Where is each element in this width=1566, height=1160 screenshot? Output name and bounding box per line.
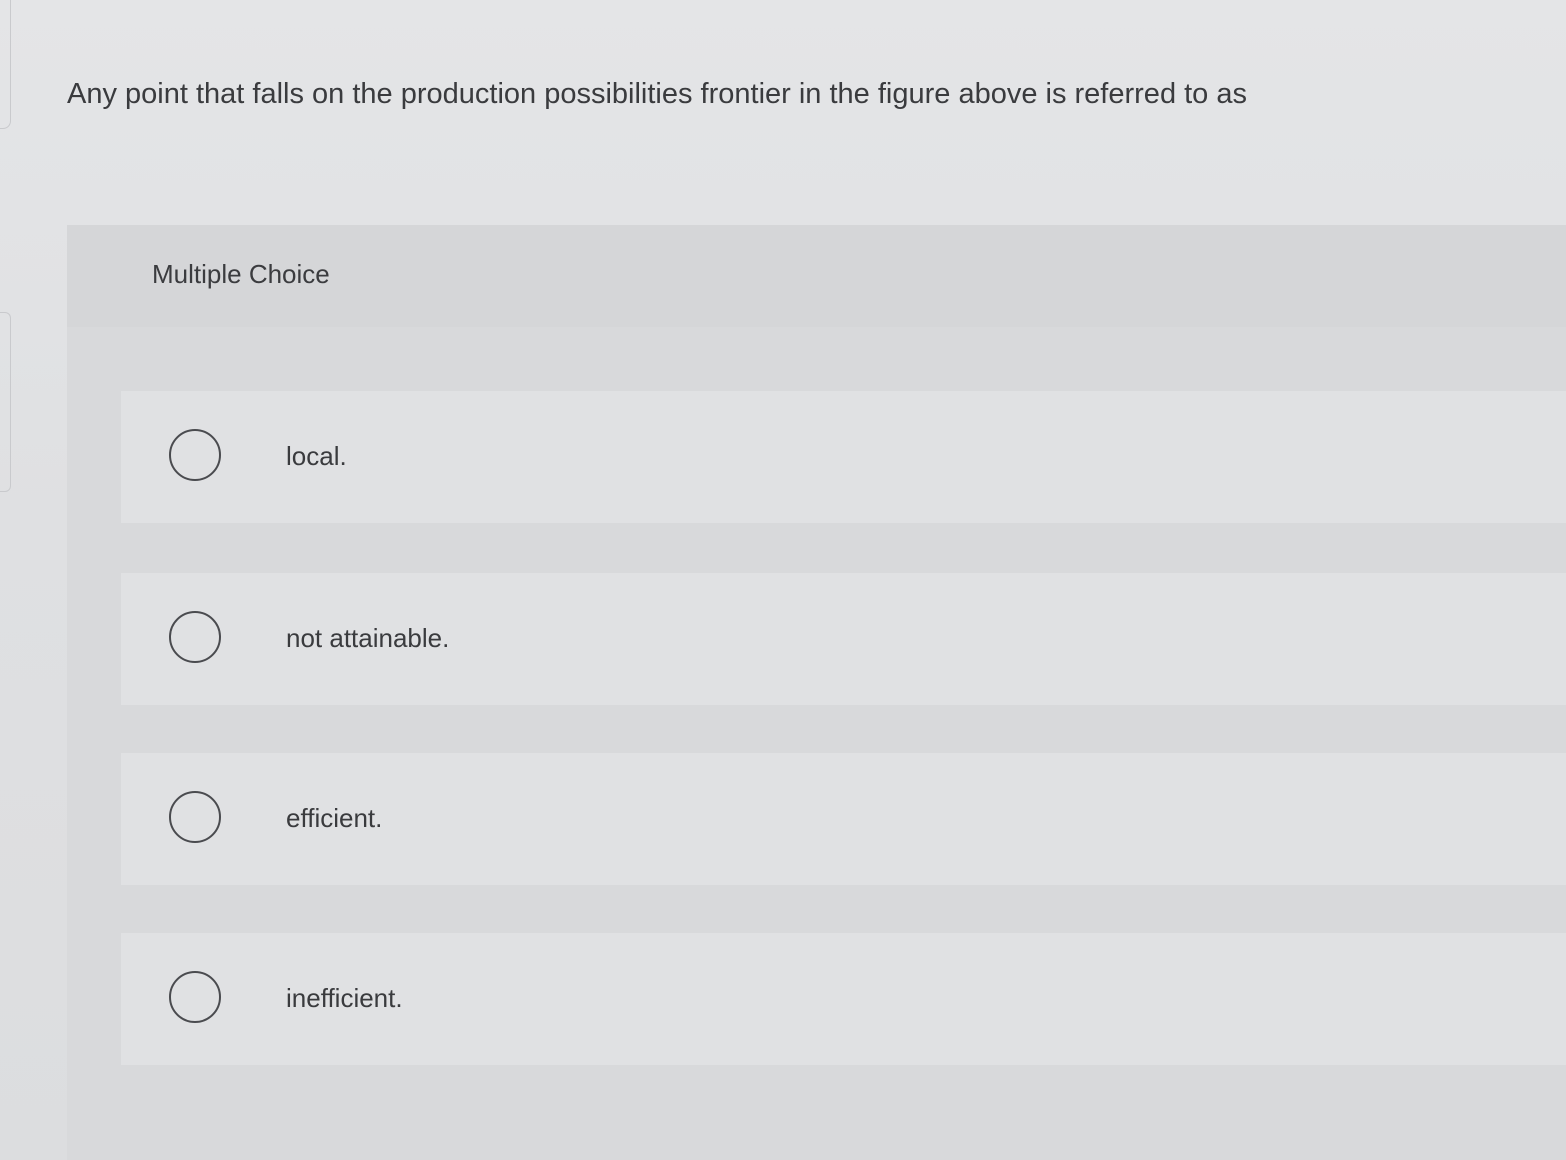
- radio-button[interactable]: [169, 971, 221, 1023]
- panel-header: Multiple Choice: [67, 225, 1566, 327]
- answer-option-efficient[interactable]: efficient.: [121, 753, 1566, 885]
- option-label[interactable]: efficient.: [286, 803, 382, 834]
- multiple-choice-label: Multiple Choice: [152, 259, 330, 289]
- left-edge-frame: [0, 0, 11, 129]
- option-label[interactable]: not attainable.: [286, 623, 449, 654]
- option-label[interactable]: local.: [286, 441, 347, 472]
- left-edge-frame-lower: [0, 312, 11, 492]
- answer-option-local[interactable]: local.: [121, 391, 1566, 523]
- answer-option-inefficient[interactable]: inefficient.: [121, 933, 1566, 1065]
- option-label[interactable]: inefficient.: [286, 983, 403, 1014]
- radio-button[interactable]: [169, 791, 221, 843]
- answer-option-not-attainable[interactable]: not attainable.: [121, 573, 1566, 705]
- radio-button[interactable]: [169, 611, 221, 663]
- question-text: Any point that falls on the production p…: [67, 78, 1247, 110]
- radio-button[interactable]: [169, 429, 221, 481]
- multiple-choice-panel: Multiple Choice local. not attainable. e…: [67, 225, 1566, 1160]
